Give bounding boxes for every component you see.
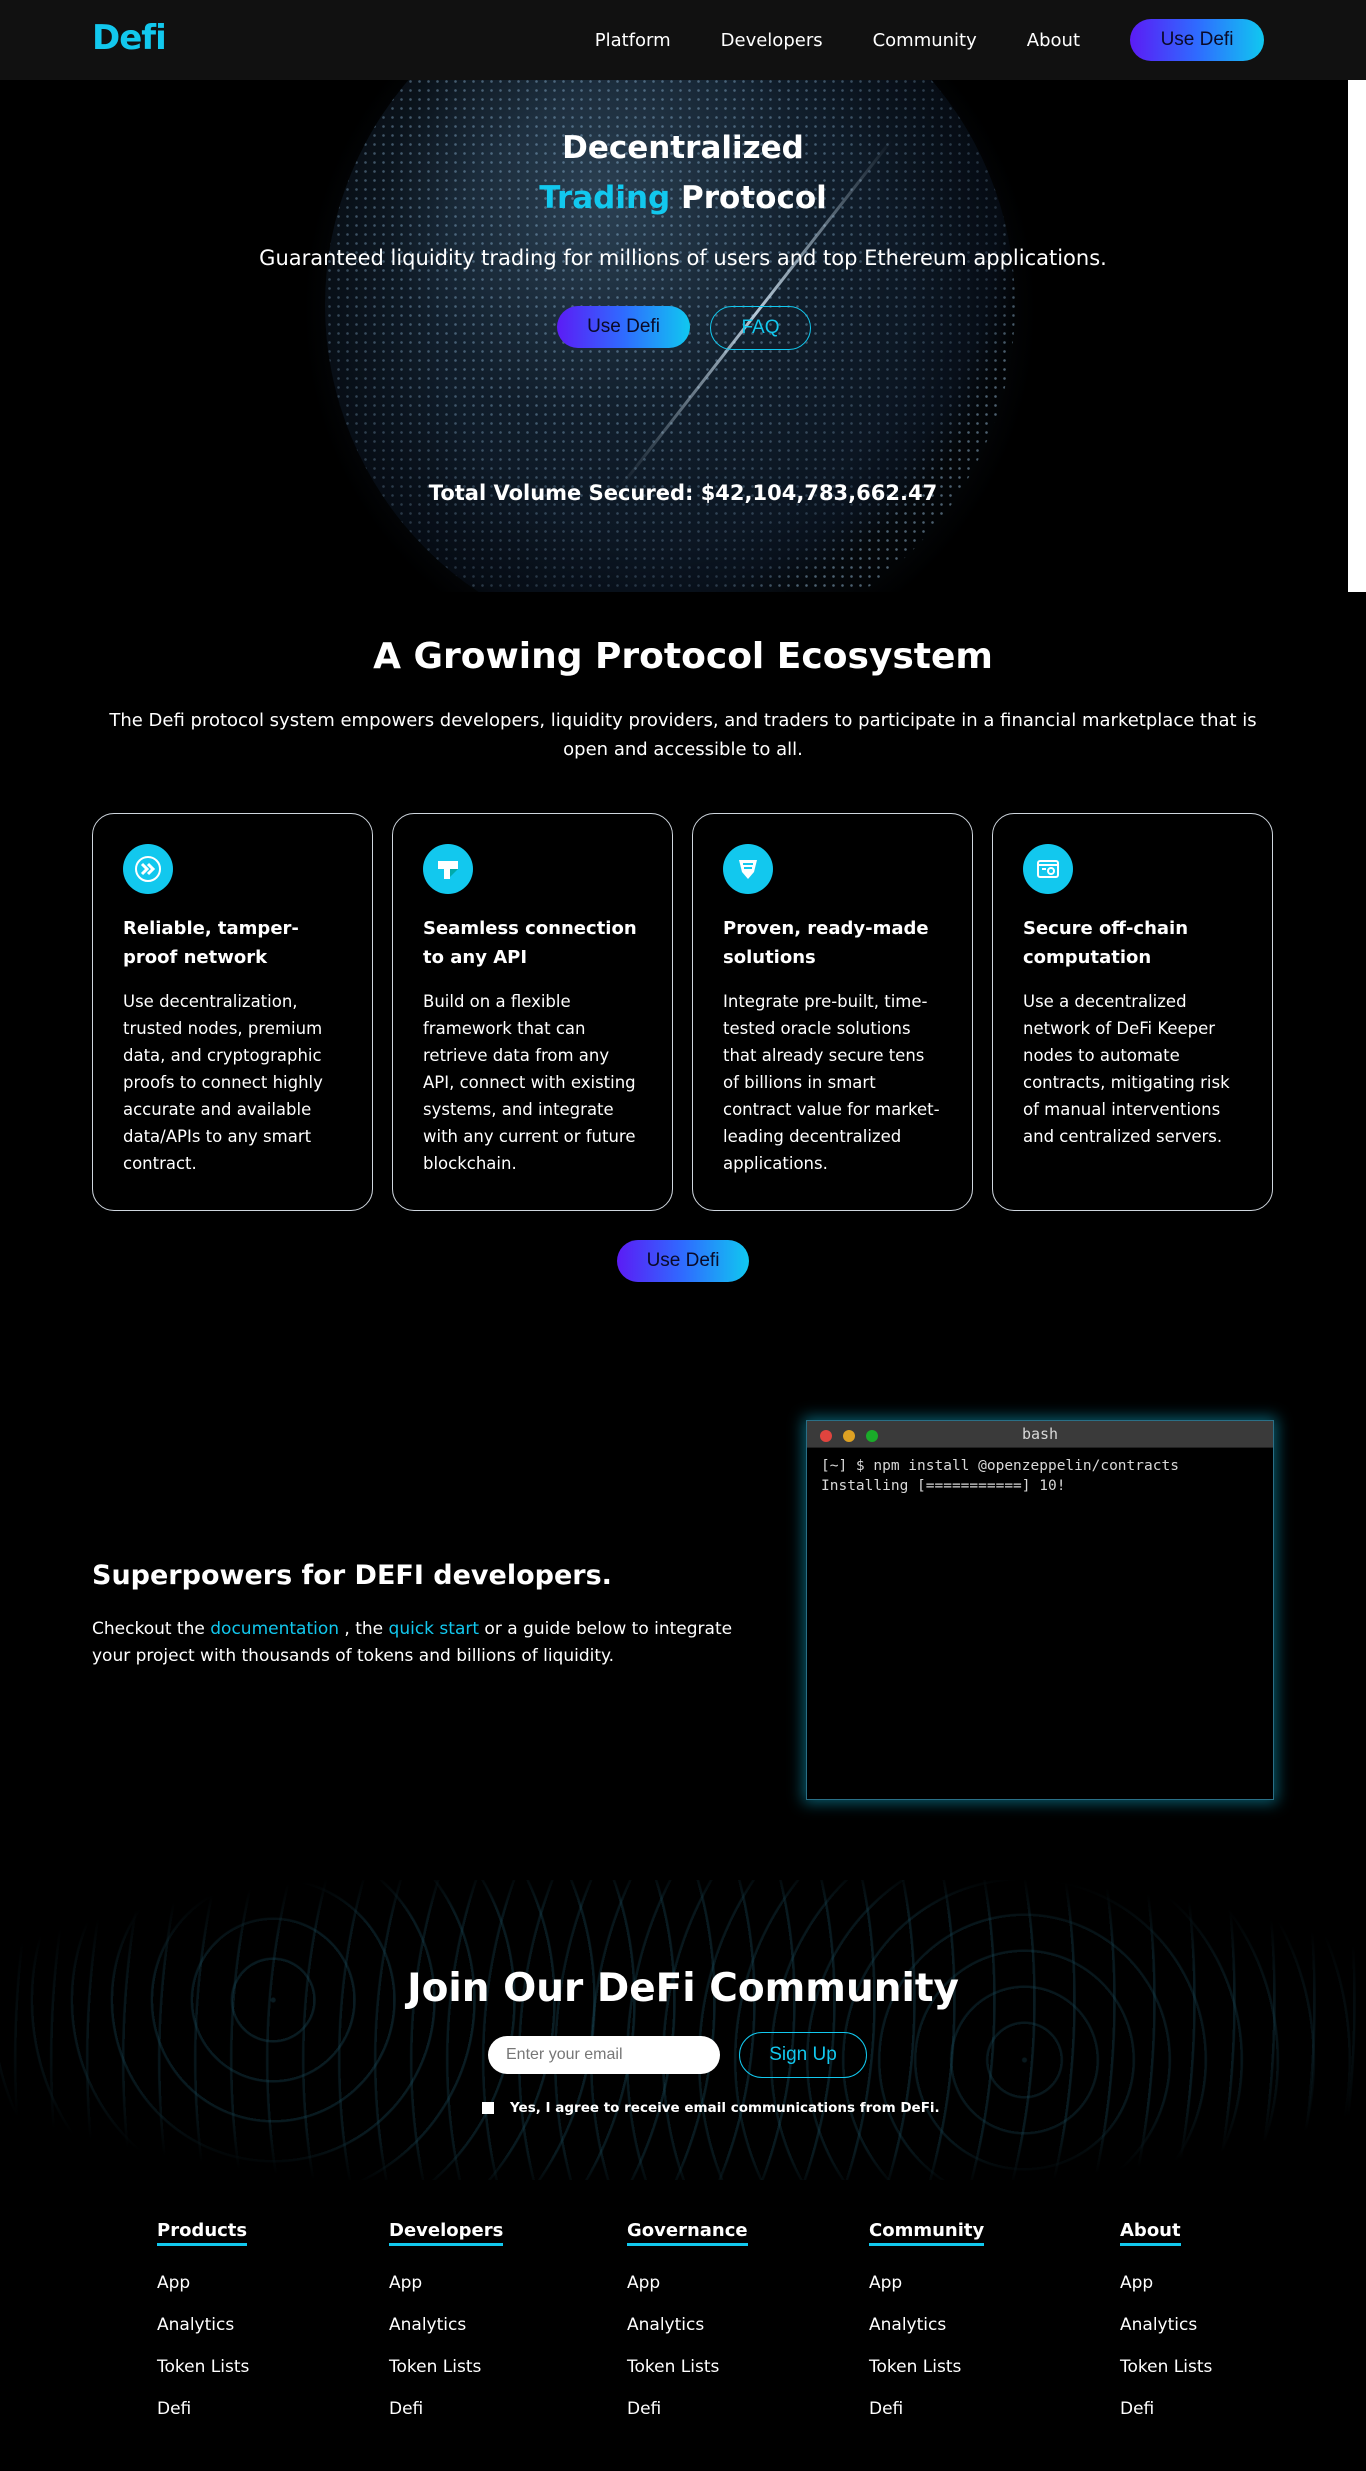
footer-link[interactable]: Analytics <box>157 2304 249 2346</box>
consent-label: Yes, I agree to receive email communicat… <box>510 2100 940 2116</box>
card-body: Use decentralization, trusted nodes, pre… <box>123 992 323 1173</box>
footer-heading: Products <box>157 2220 248 2246</box>
footer-link[interactable]: Analytics <box>389 2304 503 2346</box>
sign-up-button[interactable]: Sign Up <box>739 2032 867 2078</box>
hero-title-accent: Trading <box>539 180 671 216</box>
card-body: Build on a flexible framework that can r… <box>423 992 636 1173</box>
consent-checkbox[interactable] <box>482 2102 494 2114</box>
footer-link[interactable]: Token Lists <box>627 2346 748 2388</box>
card-body: Integrate pre-built, time-tested oracle … <box>723 992 940 1173</box>
scrollbar[interactable] <box>1348 80 1366 592</box>
hero-title-rest: Protocol <box>670 180 827 216</box>
footer-link[interactable]: Token Lists <box>389 2346 503 2388</box>
feature-card: Secure off-chain computation Use a decen… <box>992 813 1273 1211</box>
footer-link[interactable]: App <box>157 2262 249 2304</box>
footer-heading: Governance <box>627 2220 748 2246</box>
hero-title-line1: Decentralized <box>562 130 804 166</box>
developers-title: Superpowers for DEFI developers. <box>92 1560 612 1591</box>
hero-use-defi-button[interactable]: Use Defi <box>557 306 690 348</box>
api-connect-icon <box>423 844 473 894</box>
card-title: Seamless connection to any API <box>423 918 637 968</box>
footer-heading: Community <box>869 2220 985 2246</box>
email-input[interactable] <box>488 2036 720 2074</box>
footer-link[interactable]: Defi <box>869 2388 984 2430</box>
community-title: Join Our DeFi Community <box>407 1966 959 2011</box>
hero-subtitle: Guaranteed liquidity trading for million… <box>259 246 1107 270</box>
feature-card: Reliable, tamper-proof network Use decen… <box>92 813 373 1211</box>
footer-link[interactable]: Token Lists <box>869 2346 984 2388</box>
terminal-titlebar: bash <box>807 1421 1273 1448</box>
nav-links: Platform Developers Community About Use … <box>595 19 1264 61</box>
ecosystem-title: A Growing Protocol Ecosystem <box>373 636 993 677</box>
ecosystem-use-defi-button[interactable]: Use Defi <box>617 1240 749 1282</box>
developers-text: Checkout the documentation , the quick s… <box>92 1616 752 1670</box>
feature-card: Seamless connection to any API Build on … <box>392 813 673 1211</box>
terminal-line: [~] $ npm install @openzeppelin/contract… <box>821 1458 1179 1474</box>
chevrons-icon <box>123 844 173 894</box>
footer-heading: Developers <box>389 2220 504 2246</box>
feature-cards: Reliable, tamper-proof network Use decen… <box>92 813 1273 1211</box>
top-nav: Defi Platform Developers Community About… <box>0 0 1366 80</box>
documentation-link[interactable]: documentation <box>210 1619 339 1639</box>
feature-card: Proven, ready-made solutions Integrate p… <box>692 813 973 1211</box>
footer-link[interactable]: Defi <box>389 2388 503 2430</box>
hero-faq-button[interactable]: FAQ <box>710 306 811 350</box>
card-body: Use a decentralized network of DeFi Keep… <box>1023 992 1230 1146</box>
community-background <box>0 1880 1366 2180</box>
card-title: Secure off-chain computation <box>1023 918 1189 968</box>
footer-column-products: Products App Analytics Token Lists Defi <box>157 2220 249 2430</box>
footer-link[interactable]: Token Lists <box>157 2346 249 2388</box>
hero-title-line2: Trading Protocol <box>0 180 1366 216</box>
footer-link[interactable]: App <box>627 2262 748 2304</box>
card-title: Proven, ready-made solutions <box>723 918 929 968</box>
terminal-body: [~] $ npm install @openzeppelin/contract… <box>807 1448 1273 1504</box>
terminal-line: Installing [===========] 10! <box>821 1478 1066 1494</box>
footer-column-about: About App Analytics Token Lists Defi <box>1120 2220 1212 2430</box>
footer-link[interactable]: Analytics <box>627 2304 748 2346</box>
card-title: Reliable, tamper-proof network <box>123 918 299 968</box>
footer-column-developers: Developers App Analytics Token Lists Def… <box>389 2220 504 2430</box>
nav-link-community[interactable]: Community <box>873 30 977 51</box>
logo[interactable]: Defi <box>92 18 167 58</box>
footer-link[interactable]: Analytics <box>869 2304 984 2346</box>
consent-row: Yes, I agree to receive email communicat… <box>482 2100 940 2116</box>
shield-icon <box>723 844 773 894</box>
ecosystem-description: The Defi protocol system empowers develo… <box>109 710 1257 760</box>
footer-link[interactable]: App <box>1120 2262 1212 2304</box>
footer-link[interactable]: Token Lists <box>1120 2346 1212 2388</box>
nav-link-about[interactable]: About <box>1027 30 1080 51</box>
terminal-title: bash <box>1021 1425 1059 1443</box>
hero-buttons: Use Defi FAQ <box>557 306 811 350</box>
terminal-window: bash [~] $ npm install @openzeppelin/con… <box>806 1420 1274 1800</box>
total-volume: Total Volume Secured: $42,104,783,662.47 <box>428 481 938 505</box>
footer-column-community: Community App Analytics Token Lists Defi <box>869 2220 985 2430</box>
footer-link[interactable]: Defi <box>627 2388 748 2430</box>
dev-text-prefix: Checkout the <box>92 1619 211 1639</box>
footer-column-governance: Governance App Analytics Token Lists Def… <box>627 2220 748 2430</box>
footer-link[interactable]: App <box>869 2262 984 2304</box>
browser-gear-icon <box>1023 844 1073 894</box>
nav-use-defi-button[interactable]: Use Defi <box>1130 19 1264 61</box>
footer-link[interactable]: Defi <box>1120 2388 1212 2430</box>
footer-link[interactable]: App <box>389 2262 503 2304</box>
quick-start-link[interactable]: quick start <box>389 1619 479 1639</box>
dev-text-mid: , the <box>339 1619 389 1639</box>
nav-link-platform[interactable]: Platform <box>595 30 671 51</box>
footer-heading: About <box>1120 2220 1181 2246</box>
footer-link[interactable]: Analytics <box>1120 2304 1212 2346</box>
nav-link-developers[interactable]: Developers <box>721 30 823 51</box>
footer-link[interactable]: Defi <box>157 2388 249 2430</box>
